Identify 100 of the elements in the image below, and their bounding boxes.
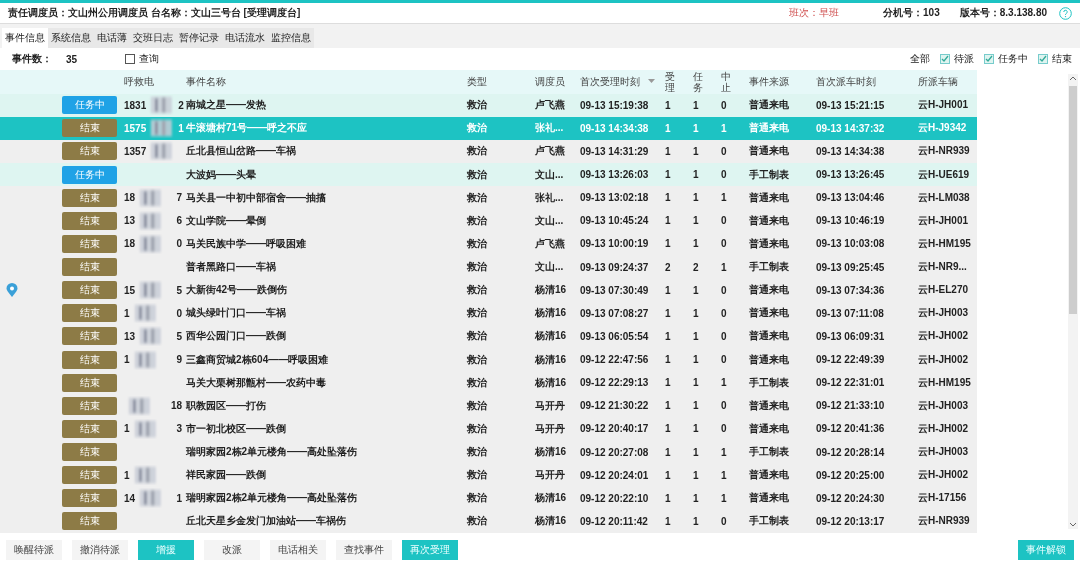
accept-time: 09-13 13:26:03 [580, 169, 650, 181]
table-row[interactable]: 结束 13 5 西华公园门口——跌倒 救治 杨清16 09-13 06:05:54 1 1 0 普通来电 09-13 06:09:31 云H-JH002 [0, 324, 977, 348]
column-header[interactable]: 事件名称 [186, 74, 467, 89]
status-button[interactable]: 结束 [62, 119, 117, 138]
status-button[interactable]: 结束 [62, 373, 117, 392]
event-source: 手工制表 [749, 514, 790, 529]
tab[interactable]: 电话流水 [222, 28, 268, 48]
dispatcher-name: 张礼... [535, 190, 565, 205]
tab[interactable]: 交班日志 [130, 28, 176, 48]
accepted-count: 1 [665, 307, 672, 319]
table-row[interactable]: 结束 13 6 文山学院——晕倒 救治 文山... 09-13 10:45:24 1 1 0 普通来电 09-13 10:46:19 云H-JH001 [0, 209, 977, 233]
vehicle-plate: 云H-JH002 [918, 421, 970, 436]
status-button[interactable]: 结束 [62, 258, 117, 277]
table-row[interactable]: 结束 普者黑路口——车祸 救治 文山... 09-13 09:24:37 2 2 1 手工制表 09-13 09:25:45 云H-NR9... [0, 255, 977, 279]
column-header[interactable]: 所派车辆 [918, 74, 977, 89]
task-count: 1 [693, 99, 700, 111]
column-header[interactable]: 任务 [693, 70, 703, 93]
column-header[interactable]: 类型 [467, 74, 535, 89]
filter-all-label[interactable]: 全部 [910, 52, 930, 66]
dispatch-time: 09-12 20:24:30 [816, 492, 886, 504]
table-row[interactable]: 结束 18 职教园区——打伤 救治 马开丹 09-12 21:30:22 1 1 0 普通来电 09-12 21:33:10 云H-JH003 [0, 394, 977, 418]
caller-number: 5 [176, 330, 182, 342]
status-button[interactable]: 结束 [62, 211, 117, 230]
table-row[interactable]: 结束 15 5 大新街42号——跌倒伤 救治 杨清16 09-13 07:30:49 1 1 0 普通来电 09-13 07:34:36 云H-EL270 [0, 278, 977, 302]
checkbox[interactable] [1038, 54, 1048, 64]
status-button[interactable]: 结束 [62, 327, 117, 346]
tab[interactable]: 事件信息 [2, 28, 48, 48]
accept-time: 09-13 09:24:37 [580, 261, 650, 273]
action-button[interactable]: 查找事件 [336, 540, 392, 560]
event-source: 手工制表 [749, 167, 790, 182]
column-header[interactable]: 事件来源 [749, 74, 816, 89]
table-row[interactable]: 结束 马关大栗树那甑村——农药中毒 救治 杨清16 09-12 22:29:13 1 1 1 手工制表 09-12 22:31:01 云H-HM195 [0, 371, 977, 395]
status-button[interactable]: 结束 [62, 396, 117, 415]
table-row[interactable]: 结束 1575 1 牛滚塘村71号——呼之不应 救治 张礼... 09-13 14:34:38 1 1 1 普通来电 09-13 14:37:32 云H-J9342 [0, 116, 977, 140]
event-type: 救治 [467, 514, 488, 529]
column-header[interactable]: 呼救电 [118, 74, 186, 89]
status-button[interactable]: 结束 [62, 466, 117, 485]
tab[interactable]: 电话薄 [94, 28, 130, 48]
action-button[interactable]: 唤醒待派 [6, 540, 62, 560]
tab[interactable]: 监控信息 [268, 28, 314, 48]
abort-count: 1 [721, 261, 728, 273]
column-header[interactable]: 首次受理时刻 [580, 74, 665, 89]
caller-number: 3 [176, 423, 182, 435]
tab[interactable]: 暂停记录 [176, 28, 222, 48]
event-type: 救治 [467, 121, 488, 136]
action-button[interactable]: 撤消待派 [72, 540, 128, 560]
action-button[interactable]: 改派 [204, 540, 260, 560]
status-button[interactable]: 结束 [62, 350, 117, 369]
table-row[interactable]: 结束 18 0 马关民族中学——呼吸困难 救治 卢飞燕 09-13 10:00:19 1 1 0 普通来电 09-13 10:03:08 云H-HM195 [0, 232, 977, 256]
column-header[interactable]: 中止 [721, 70, 731, 93]
status-button[interactable]: 结束 [62, 234, 117, 253]
action-button[interactable]: 电话相关 [270, 540, 326, 560]
status-button[interactable]: 结束 [62, 512, 117, 531]
vehicle-plate: 云H-JH002 [918, 329, 970, 344]
status-button[interactable]: 结束 [62, 188, 117, 207]
event-name: 普者黑路口——车祸 [186, 260, 277, 275]
abort-count: 1 [721, 492, 728, 504]
status-button[interactable]: 结束 [62, 489, 117, 508]
task-count: 1 [693, 169, 700, 181]
shift-label: 班次：早班 [789, 6, 840, 20]
status-button[interactable]: 结束 [62, 281, 117, 300]
task-count: 1 [693, 122, 700, 134]
vehicle-plate: 云H-JH002 [918, 468, 970, 483]
caller-number: 14 [124, 492, 136, 504]
status-button[interactable]: 结束 [62, 142, 117, 161]
task-count: 1 [693, 238, 700, 250]
checkbox[interactable] [940, 54, 950, 64]
table-row[interactable]: 结束 18 7 马关县一中初中部宿舍——抽搐 救治 张礼... 09-13 13:02:18 1 1 1 普通来电 09-13 13:04:46 云H-LM038 [0, 186, 977, 210]
checkbox[interactable] [984, 54, 994, 64]
table-row[interactable]: 结束 1 0 城头绿叶门口——车祸 救治 杨清16 09-13 07:08:27 1 1 0 普通来电 09-13 07:11:08 云H-JH003 [0, 301, 977, 325]
column-header[interactable]: 受理 [665, 70, 675, 93]
table-row[interactable]: 结束 瑞明家园2栋2单元楼角——高处坠落伤 救治 杨清16 09-12 20:27:08 1 1 1 手工制表 09-12 20:28:14 云H-JH003 [0, 440, 977, 464]
dispatch-time: 09-13 15:21:15 [816, 99, 886, 111]
accept-time: 09-12 21:30:22 [580, 400, 650, 412]
dispatcher-name: 杨清16 [535, 375, 568, 390]
checkbox[interactable] [125, 54, 136, 64]
table-row[interactable]: 结束 14 1 瑞明家园2栋2单元楼角——高处坠落伤 救治 杨清16 09-12 20:22:10 1 1 1 普通来电 09-12 20:24:30 云H-17156 [0, 486, 977, 510]
abort-count: 1 [721, 192, 728, 204]
column-header[interactable]: 首次派车时刻 [816, 74, 918, 89]
accepted-count: 1 [665, 238, 672, 250]
dispatcher-name: 文山... [535, 260, 565, 275]
scrollbar[interactable] [1068, 74, 1078, 529]
table-row[interactable]: 结束 1 9 三鑫商贸城2栋604——呼吸困难 救治 杨清16 09-12 22:47:56 1 1 0 普通来电 09-12 22:49:39 云H-JH002 [0, 348, 977, 372]
table-row[interactable]: 结束 1 祥民家园——跌倒 救治 马开丹 09-12 20:24:01 1 1 1 普通来电 09-12 20:25:00 云H-JH002 [0, 463, 977, 487]
help-icon[interactable] [1059, 6, 1072, 20]
status-button[interactable]: 结束 [62, 304, 117, 323]
table-row[interactable]: 结束 1357 丘北县恒山岔路——车祸 救治 卢飞燕 09-13 14:31:29 1 1 0 普通来电 09-13 14:34:38 云H-NR939 [0, 139, 977, 163]
table-row[interactable]: 任务中 1831 2 南城之星——发热 救治 卢飞燕 09-13 15:19:38 1 1 0 普通来电 09-13 15:21:15 云H-JH001 [0, 93, 977, 117]
event-name: 牛滚塘村71号——呼之不应 [186, 121, 309, 136]
tab[interactable]: 系统信息 [48, 28, 94, 48]
table-row[interactable]: 结束 丘北天星乡金发门加油站——车祸伤 救治 杨清16 09-12 20:11:42 1 1 0 手工制表 09-12 20:13:17 云H-NR939 [0, 509, 977, 533]
abort-count: 0 [721, 307, 728, 319]
table-row[interactable]: 任务中 大波妈——头晕 救治 文山... 09-13 13:26:03 1 1 0 手工制表 09-13 13:26:45 云H-UE619 [0, 163, 977, 187]
event-type: 救治 [467, 144, 488, 159]
table-row[interactable]: 结束 1 3 市一初北校区——跌倒 救治 马开丹 09-12 20:40:17 1 1 0 普通来电 09-12 20:41:36 云H-JH002 [0, 417, 977, 441]
dispatch-time: 09-12 22:31:01 [816, 377, 886, 389]
status-button[interactable]: 结束 [62, 419, 117, 438]
status-button[interactable]: 结束 [62, 443, 117, 462]
column-header[interactable]: 调度员 [535, 74, 580, 89]
event-name: 大新街42号——跌倒伤 [186, 283, 289, 298]
